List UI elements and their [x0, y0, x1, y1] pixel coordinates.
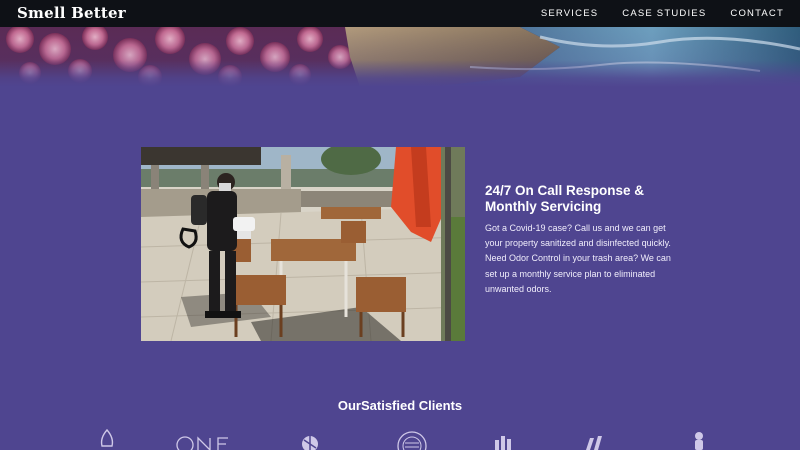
client-stripes-logo: [586, 436, 602, 450]
client-building-logo: [495, 436, 511, 450]
feature-heading: 24/7 On Call Response & Monthly Servicin…: [485, 183, 645, 214]
site-logo[interactable]: Smell Better: [17, 4, 126, 22]
banner-fade-overlay: [0, 27, 800, 87]
main-nav: SERVICES CASE STUDIES CONTACT: [541, 8, 784, 19]
feature-description: Got a Covid-19 case? Call us and we can …: [485, 223, 671, 294]
nav-case-studies-link[interactable]: CASE STUDIES: [622, 8, 706, 19]
rooftop-sanitizing-photo: [141, 147, 465, 341]
client-figure-logo: [695, 432, 703, 450]
feature-text-block: 24/7 On Call Response & Monthly Servicin…: [485, 183, 675, 297]
nav-contact-link[interactable]: CONTACT: [730, 8, 784, 19]
nav-services-link[interactable]: SERVICES: [541, 8, 598, 19]
client-circle-logo: [302, 436, 318, 450]
client-logos-row: [0, 428, 800, 450]
client-flame-logo: [100, 428, 114, 447]
hero-banner-image: [0, 27, 800, 87]
client-seal-logo: [397, 431, 427, 450]
top-navbar: Smell Better SERVICES CASE STUDIES CONTA…: [0, 0, 800, 27]
client-one-logo: [176, 436, 228, 450]
clients-heading: OurSatisfied Clients: [337, 398, 463, 413]
